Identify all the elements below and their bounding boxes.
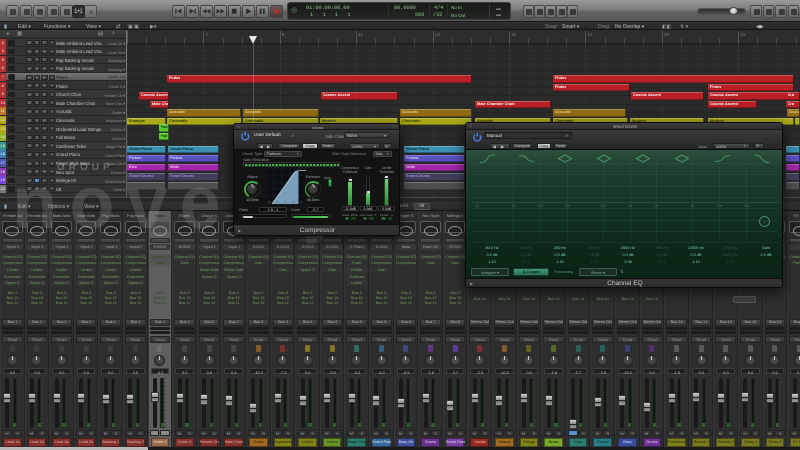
- svg-text:-20: -20: [291, 200, 295, 204]
- svg-text:-50: -50: [267, 200, 271, 204]
- svg-text:-40: -40: [275, 200, 279, 204]
- svg-text:-30: -30: [283, 200, 287, 204]
